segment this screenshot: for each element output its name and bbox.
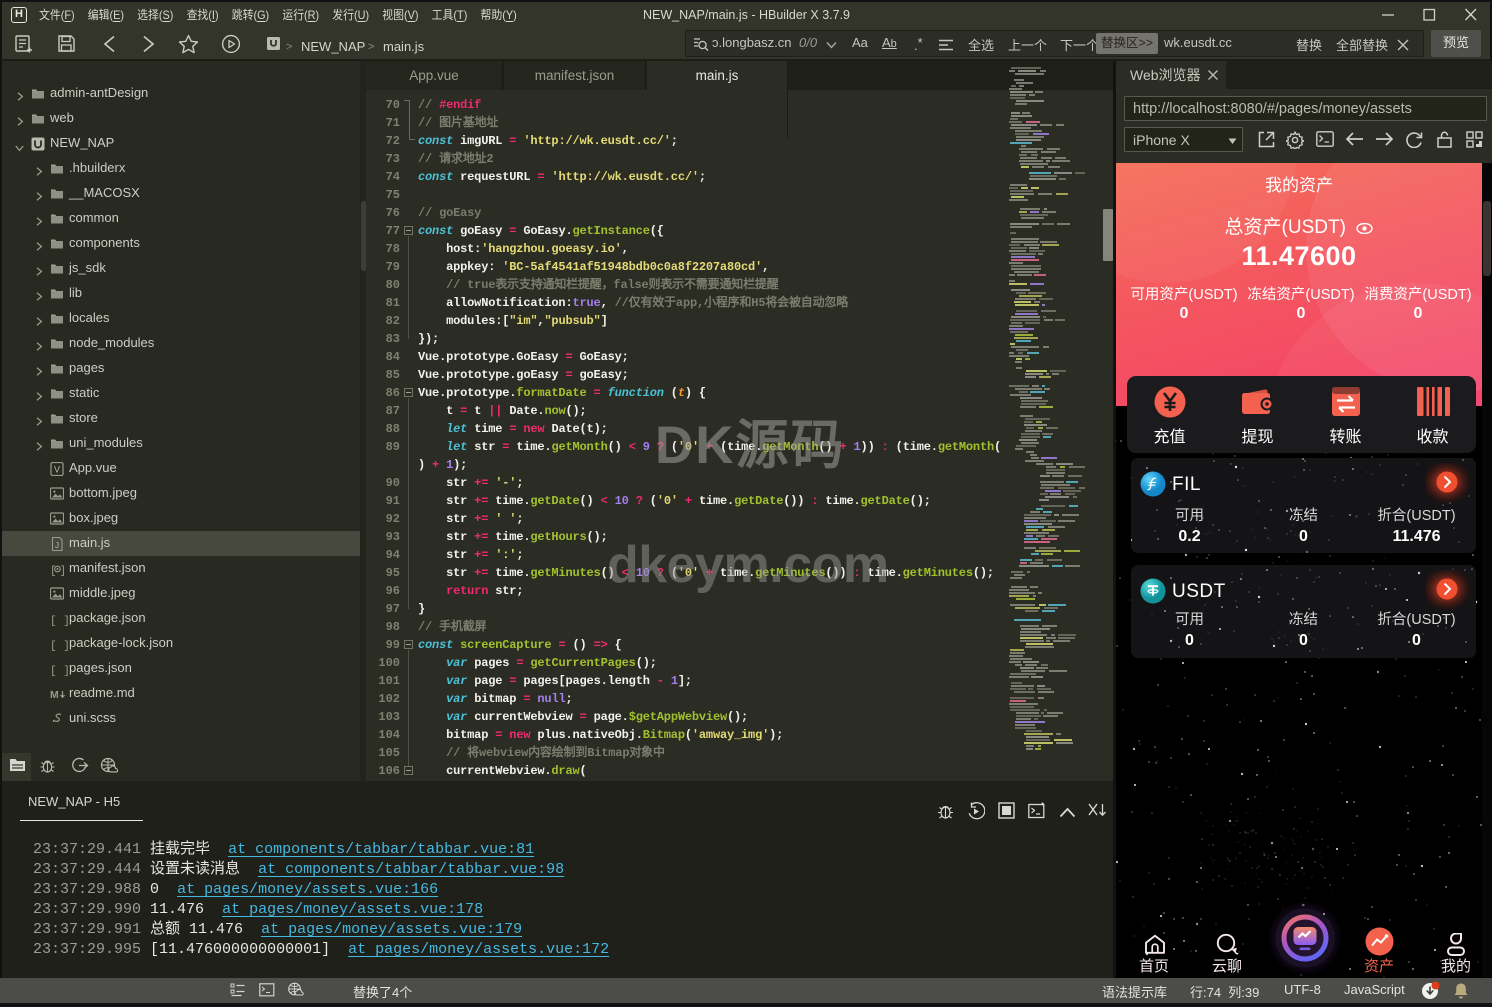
svg-text:[ ]: [ ]: [50, 641, 68, 652]
svg-text:M: M: [50, 689, 59, 701]
svg-text:]: ]: [60, 566, 67, 577]
svg-text:[ ]: [ ]: [50, 616, 68, 627]
svg-text:J: J: [55, 540, 59, 550]
svg-text:[ ]: [ ]: [50, 666, 68, 677]
svg-text:V: V: [54, 465, 60, 475]
